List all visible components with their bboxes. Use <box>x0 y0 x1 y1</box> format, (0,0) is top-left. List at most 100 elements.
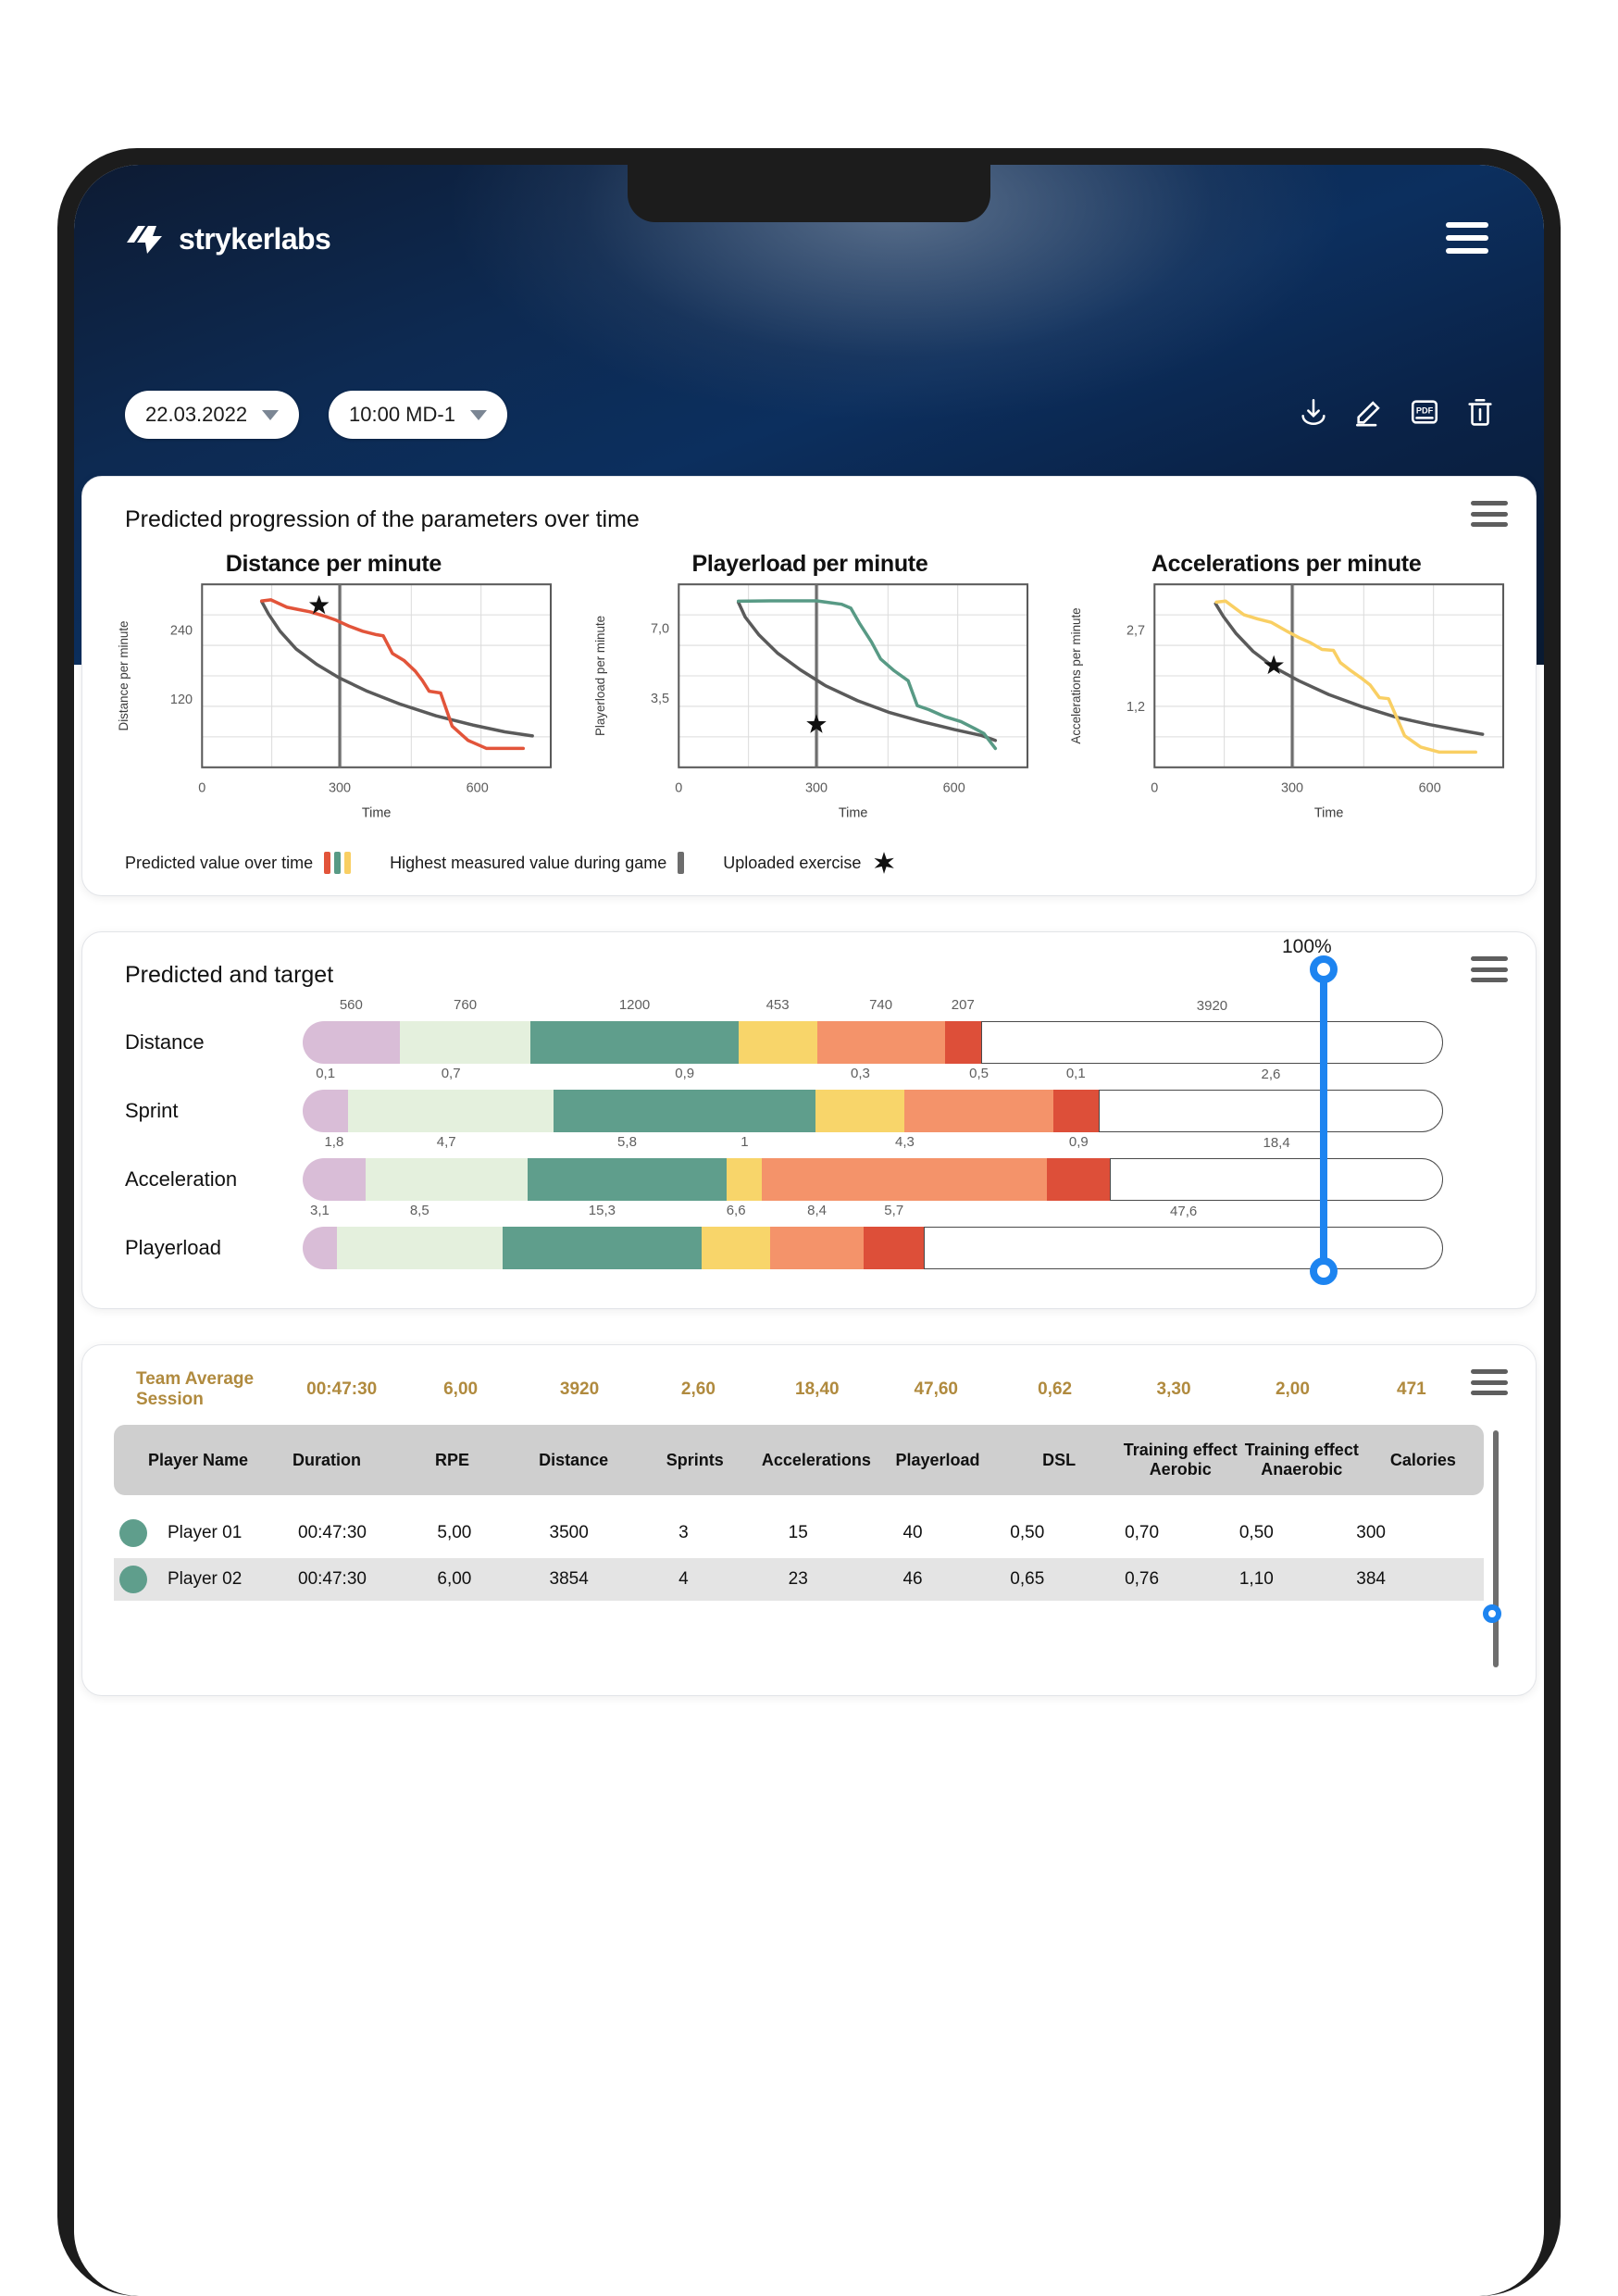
svg-text:Time: Time <box>1314 805 1343 820</box>
target-bar-segment-value: 3,1 <box>310 1203 330 1218</box>
svg-text:PDF: PDF <box>1416 406 1434 415</box>
target-bar-segment[interactable]: 0,9 <box>1047 1134 1111 1201</box>
chart-plot-area: 120 240 0 300 600 Time Distance per minute <box>117 583 553 820</box>
session-select-value: 10:00 MD-1 <box>349 403 455 426</box>
target-bar-segment-value: 0,3 <box>850 1066 870 1081</box>
target-bar-segment-value: 4,7 <box>436 1134 456 1150</box>
target-bar-segment[interactable]: 0,5 <box>904 1066 1053 1132</box>
trash-delete-icon[interactable] <box>1464 394 1496 430</box>
target-bar-segment-value: 560 <box>339 997 363 1013</box>
legend-label: Highest measured value during game <box>390 853 667 872</box>
svg-text:Playerload per minute: Playerload per minute <box>593 616 607 736</box>
target-bar-segment[interactable]: 0,1 <box>1052 1066 1099 1132</box>
table-column-header[interactable]: RPE <box>392 1451 513 1470</box>
svg-text:1,2: 1,2 <box>1126 700 1145 715</box>
table-cell: 46 <box>902 1569 923 1589</box>
target-bar-segment-value: 3920 <box>1196 998 1228 1014</box>
target-bar-segment[interactable]: 1,8 <box>303 1134 366 1201</box>
star-icon <box>874 852 895 874</box>
target-bar-segment[interactable]: 0,3 <box>815 1066 905 1132</box>
table-column-header[interactable]: Playerload <box>877 1451 998 1470</box>
table-row[interactable]: Player 01 00:47:30 5,00 3500 3 15 40 0,50 0,70 0,… <box>114 1512 1484 1554</box>
svg-text:Time: Time <box>362 805 391 820</box>
target-bar-segment[interactable]: 0,9 <box>554 1066 816 1132</box>
target-bar-segment[interactable]: 0,1 <box>303 1066 349 1132</box>
table-column-header[interactable]: Distance <box>513 1451 634 1470</box>
brand-name: strykerlabs <box>179 222 331 256</box>
table-scrollbar[interactable] <box>1483 1430 1501 1667</box>
device-screen: strykerlabs 22.03.2022 10:00 MD-1 PDF Pr… <box>74 165 1544 2296</box>
team-average-value: 00:47:30 <box>306 1379 378 1399</box>
team-average-value: 471 <box>1397 1379 1426 1399</box>
target-bar-segment-value: 453 <box>765 997 790 1013</box>
target-bar-segment[interactable]: 4,7 <box>365 1134 528 1201</box>
target-bar-segment[interactable]: 5,8 <box>527 1134 728 1201</box>
hamburger-menu-icon[interactable] <box>1471 956 1508 982</box>
target-bar-segment[interactable]: 8,4 <box>770 1203 865 1269</box>
target-bar-segment[interactable]: 453 <box>738 997 817 1064</box>
hamburger-menu-icon[interactable] <box>1471 501 1508 527</box>
table-cell: 40 <box>902 1523 923 1542</box>
target-bar-row: Distance 560 760 1200 453 740 207 3920 <box>82 997 1536 1064</box>
target-bar-segment[interactable]: 0,7 <box>348 1066 554 1132</box>
brand-logo[interactable]: strykerlabs <box>125 222 331 256</box>
table-row[interactable]: Player 02 00:47:30 6,00 3854 4 23 46 0,65 0,76 1,… <box>114 1558 1484 1601</box>
date-select[interactable]: 22.03.2022 <box>125 391 300 439</box>
svg-text:0: 0 <box>675 781 682 796</box>
target-bar-segment[interactable]: 2,6 <box>1098 1067 1443 1132</box>
legend-item-uploaded-exercise: Uploaded exercise <box>723 851 896 875</box>
slider-knob-bottom[interactable] <box>1310 1257 1338 1285</box>
table-column-header[interactable]: Duration <box>262 1451 392 1470</box>
table-column-header[interactable]: DSL <box>999 1451 1120 1470</box>
table-column-header[interactable]: Training effect Anaerobic <box>1241 1441 1363 1479</box>
lightning-bolt-icon <box>127 225 162 254</box>
table-scrollbar-knob[interactable] <box>1483 1604 1501 1623</box>
table-column-header[interactable]: Accelerations <box>755 1451 877 1470</box>
download-icon[interactable] <box>1298 394 1329 430</box>
target-bar-segment[interactable]: 1 <box>727 1134 763 1201</box>
target-percent-slider[interactable] <box>1310 955 1338 1285</box>
target-bar-segment[interactable]: 560 <box>303 997 400 1064</box>
target-bar-segment[interactable]: 740 <box>816 997 945 1064</box>
svg-text:Time: Time <box>839 805 867 820</box>
team-average-value: 3,30 <box>1156 1379 1191 1399</box>
chart-plot-area: 3,5 7,0 0 300 600 Time Playerload per minute <box>593 583 1028 820</box>
target-bar-label: Distance <box>125 1030 205 1054</box>
target-bar-segment[interactable]: 6,6 <box>702 1203 771 1269</box>
target-bar-segment[interactable]: 5,7 <box>864 1203 925 1269</box>
table-cell: 3500 <box>549 1523 589 1542</box>
target-bar-segment[interactable]: 3,1 <box>303 1203 337 1269</box>
target-bar-segment[interactable]: 760 <box>399 997 531 1064</box>
target-bar-segment[interactable]: 15,3 <box>502 1203 703 1269</box>
table-column-header[interactable]: Player Name <box>114 1451 262 1470</box>
target-bar-segment[interactable]: 3920 <box>981 998 1443 1064</box>
target-bar-segment[interactable]: 1200 <box>530 997 739 1064</box>
hamburger-menu-icon[interactable] <box>1446 222 1488 254</box>
target-bar-segment-value: 1 <box>741 1134 749 1150</box>
target-bar-track: 560 760 1200 453 740 207 3920 <box>303 997 1443 1064</box>
target-bar-segment-value: 760 <box>454 997 478 1013</box>
table-cell: 0,70 <box>1125 1523 1160 1542</box>
svg-text:0: 0 <box>1151 781 1159 796</box>
slider-knob-top[interactable] <box>1310 955 1338 983</box>
device-notch <box>628 165 990 222</box>
svg-text:Distance per minute: Distance per minute <box>117 621 131 731</box>
table-column-header[interactable]: Training effect Aerobic <box>1120 1441 1241 1479</box>
session-select[interactable]: 10:00 MD-1 <box>329 391 507 439</box>
svg-text:240: 240 <box>170 624 193 639</box>
target-bar-segment[interactable]: 47,6 <box>924 1204 1443 1269</box>
target-bar-segment[interactable]: 18,4 <box>1110 1135 1443 1201</box>
table-column-header[interactable]: Sprints <box>634 1451 755 1470</box>
predicted-target-panel: Predicted and target 100% Distance 560 760… <box>81 931 1537 1309</box>
edit-pencil-icon[interactable] <box>1353 394 1385 430</box>
target-panel-title: Predicted and target <box>125 962 334 988</box>
table-cell: 6,00 <box>437 1569 472 1589</box>
table-cell: 384 <box>1356 1569 1386 1589</box>
chevron-down-icon <box>262 409 280 420</box>
target-bar-segment[interactable]: 207 <box>944 997 981 1064</box>
table-column-header[interactable]: Calories <box>1363 1451 1484 1470</box>
pdf-export-icon[interactable]: PDF <box>1409 394 1440 430</box>
target-bar-segment[interactable]: 8,5 <box>336 1203 503 1269</box>
target-bar-segment[interactable]: 4,3 <box>762 1134 1048 1201</box>
team-average-value: 0,62 <box>1038 1379 1073 1399</box>
